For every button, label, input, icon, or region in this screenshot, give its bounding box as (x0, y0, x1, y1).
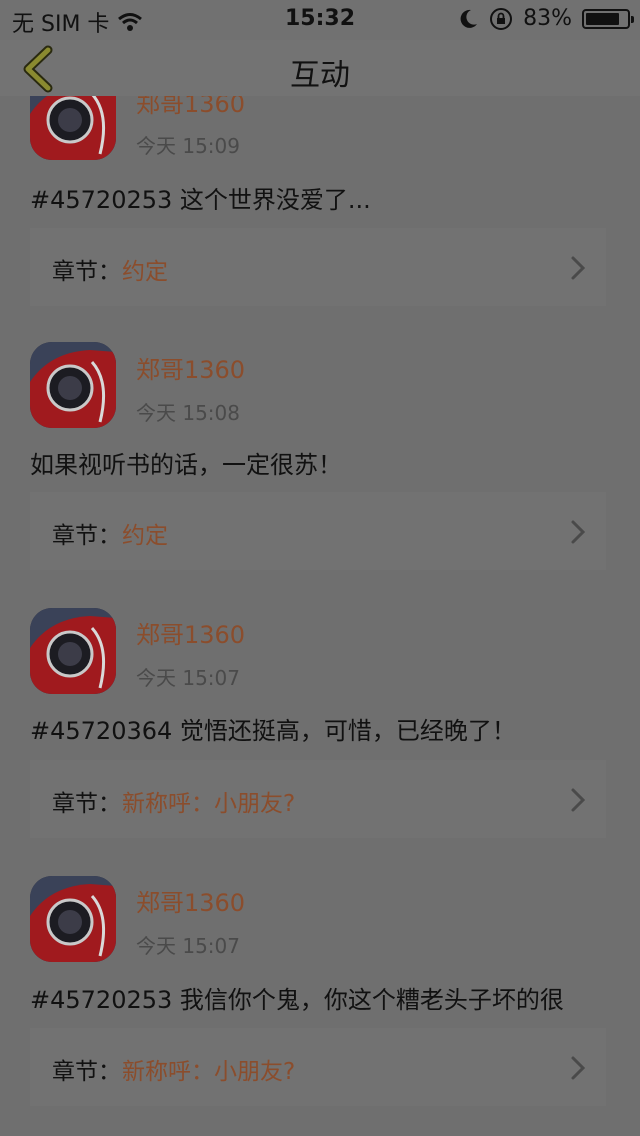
chapter-link[interactable]: 章节： 新称呼：小朋友? (30, 1028, 606, 1106)
username[interactable]: 郑哥1360 (136, 350, 245, 385)
battery-icon (582, 8, 634, 29)
comment-feed[interactable]: 郑哥1360 今天 15:09 #45720253 这个世界没爱了... 章节：… (0, 0, 640, 1136)
chapter-label: 章节： (52, 259, 121, 285)
comment-text: 如果视听书的话，一定很苏！ (30, 451, 342, 479)
battery-percent: 83% (523, 6, 572, 31)
moon-icon (460, 9, 478, 28)
timestamp: 今天 15:08 (136, 401, 240, 425)
battery-fill (586, 12, 620, 25)
timestamp: 今天 15:07 (136, 666, 240, 690)
comment-text: #45720253 这个世界没爱了... (30, 186, 371, 214)
chapter-name: 新称呼：小朋友? (122, 791, 296, 817)
username[interactable]: 郑哥1360 (136, 615, 245, 650)
chapter-label: 章节： (52, 523, 121, 549)
chevron-right-icon (571, 256, 586, 280)
username[interactable]: 郑哥1360 (136, 883, 245, 918)
chapter-link[interactable]: 章节： 约定 (30, 492, 606, 570)
status-bar: 无 SIM 卡 15:32 83% (0, 0, 640, 40)
comment-text: #45720364 觉悟还挺高，可惜，已经晚了！ (30, 717, 516, 745)
avatar-image (30, 342, 116, 428)
chapter-link[interactable]: 章节： 约定 (30, 228, 606, 306)
avatar[interactable] (30, 342, 116, 428)
chevron-right-icon (571, 788, 586, 812)
timestamp: 今天 15:09 (136, 134, 240, 158)
nav-bar: 互动 (0, 40, 640, 96)
chevron-right-icon (571, 520, 586, 544)
chapter-name: 新称呼：小朋友? (122, 1059, 296, 1085)
chapter-link[interactable]: 章节： 新称呼：小朋友? (30, 760, 606, 838)
chapter-name: 约定 (122, 259, 168, 285)
status-right-group: 83% (457, 6, 634, 31)
avatar[interactable] (30, 876, 116, 962)
timestamp: 今天 15:07 (136, 934, 240, 958)
chapter-label: 章节： (52, 1059, 121, 1085)
page-title: 互动 (290, 58, 350, 93)
chevron-right-icon (571, 1056, 586, 1080)
chapter-label: 章节： (52, 791, 121, 817)
comment-text: #45720253 我信你个鬼，你这个糟老头子坏的很 (30, 986, 564, 1014)
rotation-lock-icon (490, 7, 513, 30)
avatar-image (30, 608, 116, 694)
avatar-image (30, 876, 116, 962)
chapter-name: 约定 (122, 523, 168, 549)
avatar[interactable] (30, 608, 116, 694)
